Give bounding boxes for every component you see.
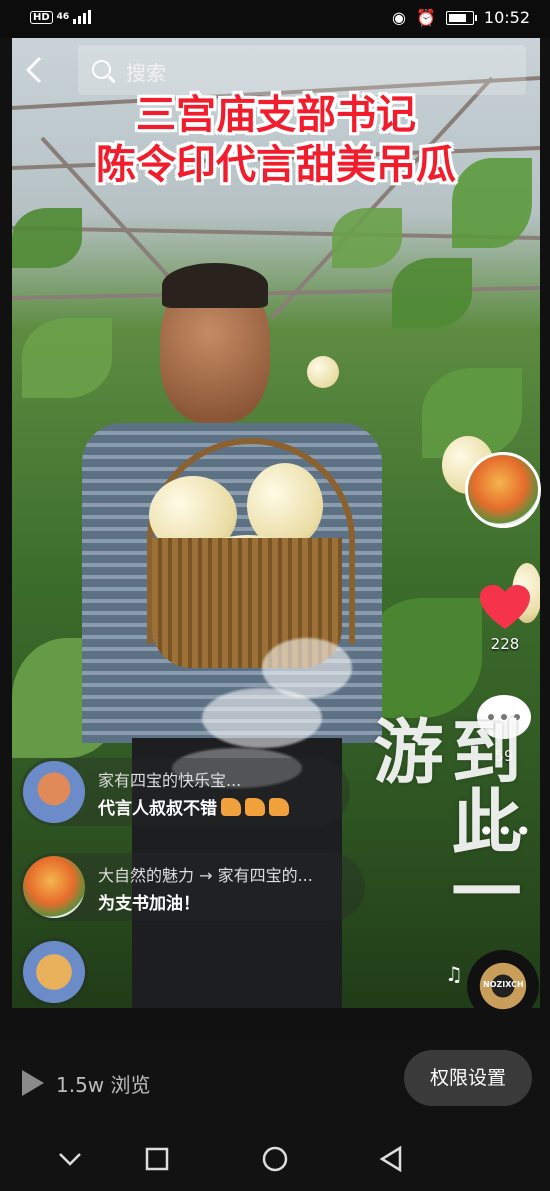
battery-icon	[445, 10, 477, 25]
nav-back-icon[interactable]	[50, 1140, 90, 1180]
hd-badge: HD	[30, 10, 53, 24]
music-label: NOZIXCH	[483, 980, 524, 989]
status-left: HD 46	[30, 10, 92, 24]
nav-triangle-back-icon[interactable]	[372, 1140, 412, 1180]
leaf	[22, 318, 112, 398]
search-bar[interactable]: 搜索	[78, 45, 526, 95]
thumbs-up-icon	[269, 798, 289, 816]
nav-home-icon[interactable]	[255, 1140, 295, 1180]
music-note-icon: ♫	[445, 962, 463, 986]
leaf	[332, 208, 402, 268]
status-right: ◉ ⏰ 10:52	[392, 8, 530, 27]
permission-settings-button[interactable]: 权限设置	[404, 1050, 532, 1106]
status-bar: HD 46 ◉ ⏰ 10:52	[0, 0, 550, 38]
signal-icon	[73, 10, 92, 24]
comment-text-row: 代言人叔叔不错	[98, 794, 289, 819]
search-icon	[92, 60, 111, 79]
back-button[interactable]	[20, 55, 60, 91]
network-type: 46	[56, 12, 70, 22]
view-count: 1.5w 浏览	[56, 1073, 151, 1097]
thumbs-up-icon	[245, 798, 265, 816]
sparkle-effect	[262, 638, 352, 698]
clock: 10:52	[483, 8, 530, 27]
alarm-icon: ⏰	[415, 8, 436, 27]
like-button[interactable]: 228	[478, 585, 532, 653]
back-icon	[25, 56, 42, 84]
commenter-name: 家有四宝的快乐宝...	[98, 771, 242, 790]
comment-item[interactable]	[20, 938, 88, 1006]
like-count: 228	[490, 635, 520, 653]
comment-item[interactable]: 家有四宝的快乐宝... 代言人叔叔不错	[20, 758, 350, 826]
more-icon[interactable]: •••	[478, 815, 534, 848]
person-hair	[162, 263, 268, 308]
nav-recents-icon[interactable]	[137, 1140, 177, 1180]
commenter-name: 大自然的魅力 → 家有四宝的...	[98, 866, 313, 885]
comment-text: 代言人叔叔不错	[98, 799, 217, 819]
thumbs-up-icon	[221, 798, 241, 816]
commenter-avatar	[23, 761, 85, 823]
eye-icon: ◉	[392, 8, 406, 27]
commenter-avatar	[23, 856, 85, 918]
leaf	[392, 258, 472, 328]
video-headline: 三宫庙支部书记 陈令印代言甜美吊瓜	[12, 90, 540, 190]
comment-text: 为支书加油！	[98, 894, 200, 914]
headline-line2: 陈令印代言甜美吊瓜	[96, 142, 456, 188]
author-avatar[interactable]	[465, 452, 541, 528]
headline-line1: 三宫庙支部书记	[136, 92, 416, 138]
leaf	[12, 208, 82, 268]
search-placeholder: 搜索	[126, 61, 166, 85]
melon	[307, 356, 339, 388]
commenter-avatar	[23, 941, 85, 1003]
play-icon	[22, 1070, 44, 1096]
comment-item[interactable]: 大自然的魅力 → 家有四宝的... 为支书加油！	[20, 853, 365, 921]
heart-icon	[480, 585, 530, 629]
